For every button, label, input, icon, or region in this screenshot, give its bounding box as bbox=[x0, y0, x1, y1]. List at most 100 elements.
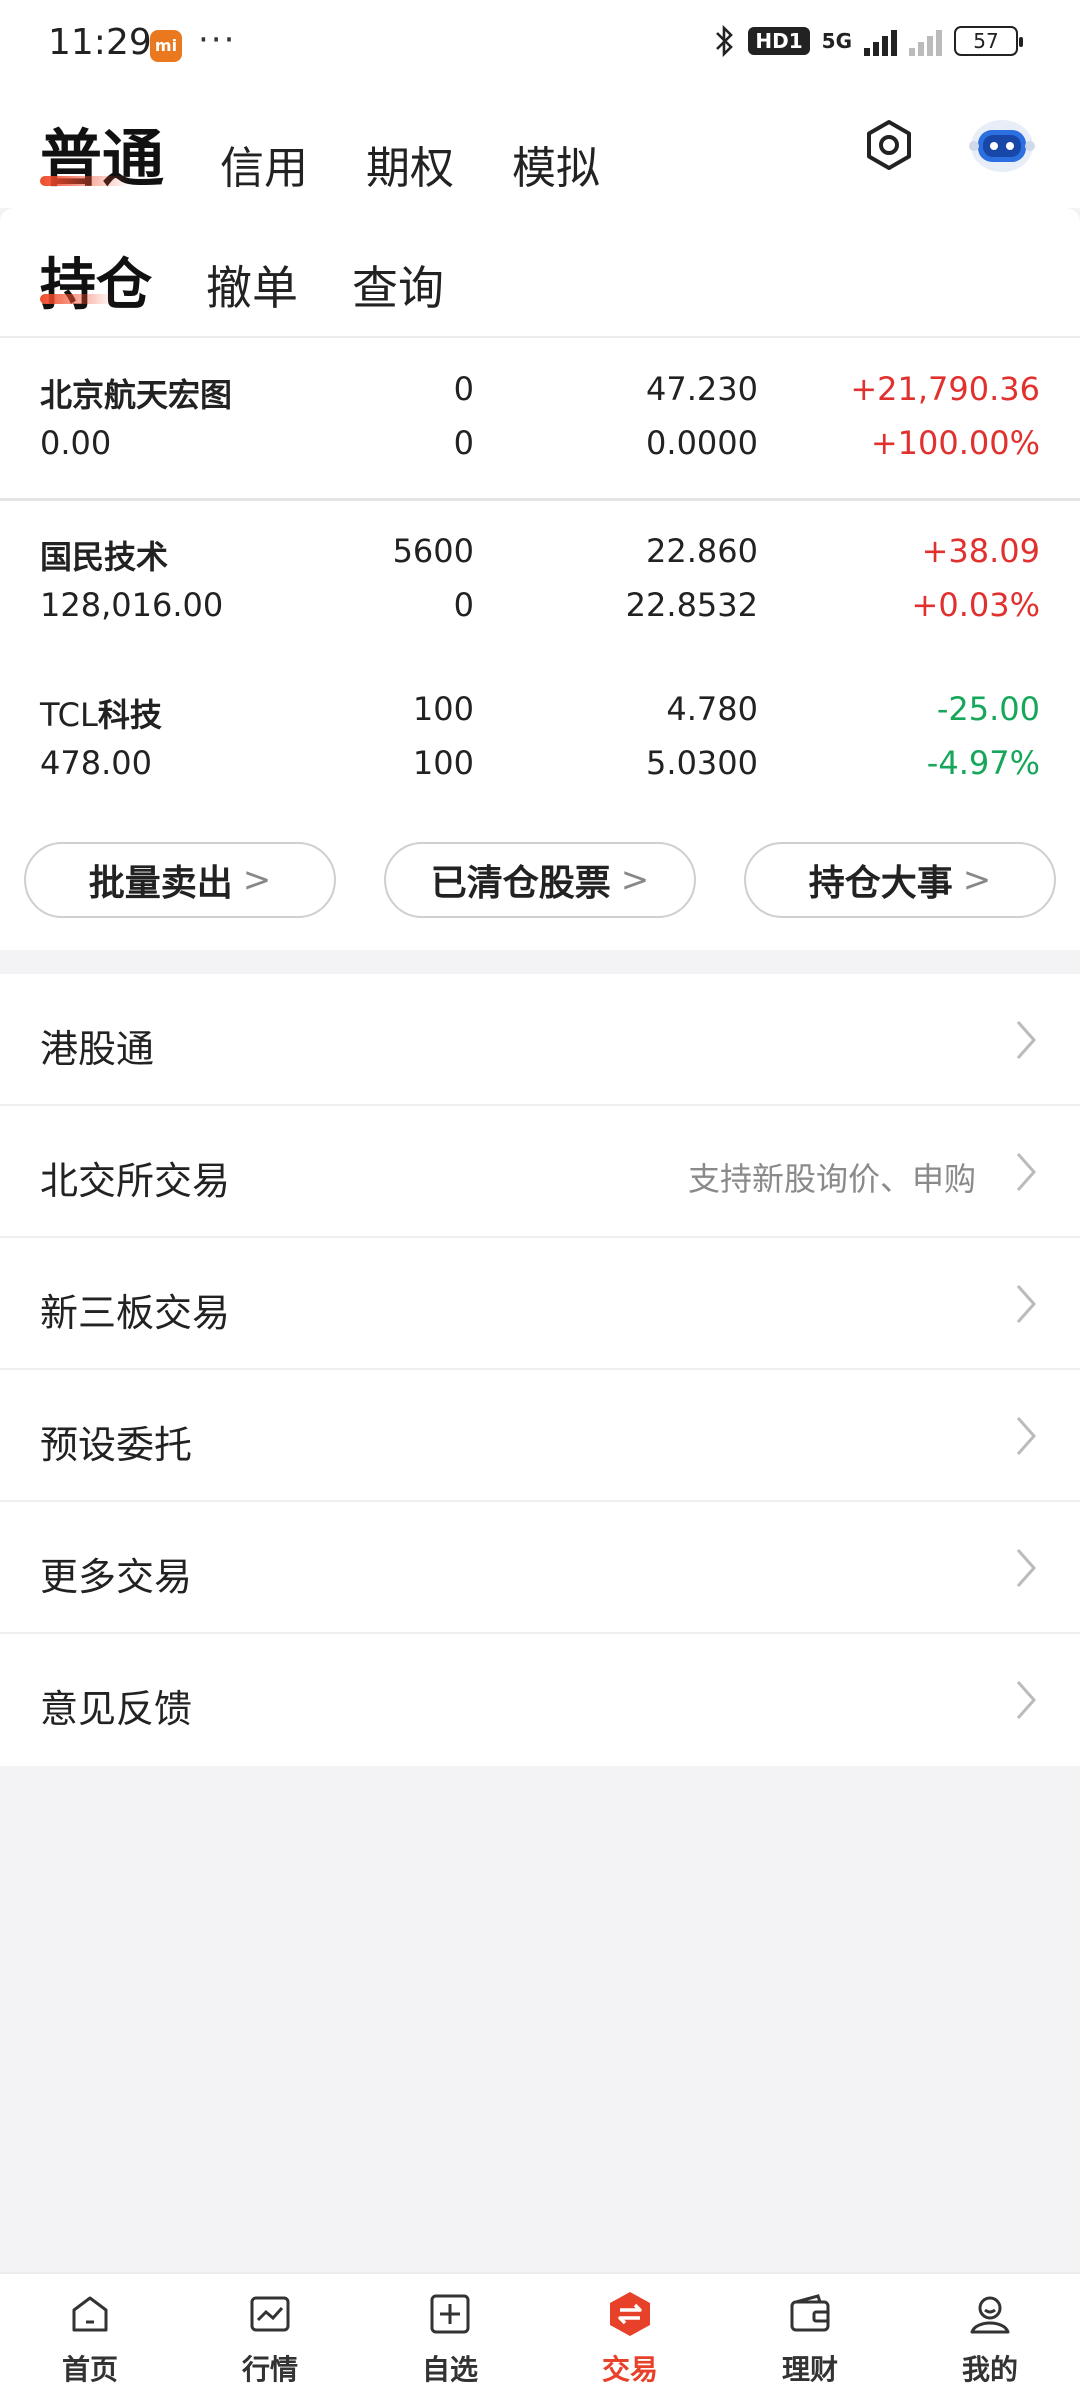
holding-row[interactable]: 北京航天宏图 0.00 0 0 47.230 0.0000 +21,790.36… bbox=[0, 370, 1080, 490]
account-type-tabs: 普通 信用 期权 模拟 bbox=[0, 90, 1080, 208]
profit-loss: -25.00 bbox=[936, 690, 1040, 728]
chevron-right-icon bbox=[1016, 1549, 1037, 1587]
settings-icon[interactable] bbox=[862, 118, 916, 172]
menu-item-hk-connect[interactable]: 港股通 bbox=[0, 974, 1080, 1106]
bottom-nav: 首页 行情 自选 交易 理财 我的 bbox=[0, 2272, 1080, 2400]
cost-price: 5.0300 bbox=[646, 744, 758, 782]
menu-item-feedback[interactable]: 意见反馈 bbox=[0, 1634, 1080, 1766]
trade-menu-list: 港股通 北交所交易 支持新股询价、申购 新三板交易 预设委托 更多交易 意见反馈 bbox=[0, 974, 1080, 1766]
nav-label: 理财 bbox=[781, 2353, 838, 2386]
position-qty: 0 bbox=[453, 370, 474, 408]
menu-item-label: 新三板交易 bbox=[40, 1291, 231, 1335]
nav-label: 交易 bbox=[601, 2353, 658, 2386]
position-qty: 5600 bbox=[392, 532, 474, 570]
profit-loss-pct: +100.00% bbox=[870, 424, 1040, 462]
chevron-right-icon bbox=[1016, 1153, 1037, 1191]
cost-price: 22.8532 bbox=[625, 586, 758, 624]
chevron-right-icon bbox=[1016, 1021, 1037, 1059]
current-price: 47.230 bbox=[646, 370, 758, 408]
app-notification-icon: mi bbox=[150, 30, 182, 62]
active-tab-underline bbox=[40, 176, 130, 186]
status-time: 11:29 bbox=[48, 22, 152, 63]
menu-item-label: 港股通 bbox=[40, 1027, 155, 1071]
cleared-stocks-button[interactable]: 已清仓股票 > bbox=[384, 842, 696, 918]
assistant-robot-icon[interactable] bbox=[966, 110, 1038, 178]
chevron-right-icon bbox=[1016, 1285, 1037, 1323]
holding-events-label: 持仓大事 bbox=[808, 863, 953, 904]
nav-watchlist[interactable]: 自选 bbox=[360, 2274, 540, 2400]
chevron-right-icon: > bbox=[962, 860, 992, 900]
batch-sell-label: 批量卖出 bbox=[88, 863, 233, 904]
available-qty: 0 bbox=[453, 586, 474, 624]
profit-loss-pct: -4.97% bbox=[926, 744, 1040, 782]
available-qty: 0 bbox=[453, 424, 474, 462]
more-notifications-icon: ··· bbox=[198, 20, 237, 60]
holding-row[interactable]: TCL科技 478.00 100 100 4.780 5.0300 -25.00… bbox=[0, 690, 1080, 810]
hd-badge: HD1 bbox=[748, 27, 810, 55]
batch-sell-button[interactable]: 批量卖出 > bbox=[24, 842, 336, 918]
signal-icon bbox=[864, 26, 897, 56]
tab-credit[interactable]: 信用 bbox=[220, 132, 308, 196]
stock-name: 国民技术 bbox=[40, 538, 169, 576]
available-qty: 100 bbox=[412, 744, 474, 782]
nav-label: 首页 bbox=[61, 2353, 118, 2386]
market-value: 478.00 bbox=[40, 744, 152, 782]
tab-options[interactable]: 期权 bbox=[366, 132, 454, 196]
tab-cancel-orders[interactable]: 撤单 bbox=[206, 252, 298, 318]
nav-market[interactable]: 行情 bbox=[180, 2274, 360, 2400]
menu-item-neeq-trading[interactable]: 新三板交易 bbox=[0, 1238, 1080, 1370]
menu-item-more-trading[interactable]: 更多交易 bbox=[0, 1502, 1080, 1634]
menu-item-label: 意见反馈 bbox=[40, 1687, 193, 1731]
current-price: 22.860 bbox=[646, 532, 758, 570]
tab-query[interactable]: 查询 bbox=[352, 252, 444, 318]
nav-label: 自选 bbox=[421, 2353, 478, 2386]
nav-home[interactable]: 首页 bbox=[0, 2274, 180, 2400]
nav-label: 我的 bbox=[961, 2353, 1018, 2386]
stock-name: 北京航天宏图 bbox=[40, 376, 233, 414]
nav-profile[interactable]: 我的 bbox=[900, 2274, 1080, 2400]
holding-events-button[interactable]: 持仓大事 > bbox=[744, 842, 1056, 918]
network-label: 5G bbox=[821, 29, 852, 53]
nav-wealth[interactable]: 理财 bbox=[720, 2274, 900, 2400]
menu-item-label: 北交所交易 bbox=[40, 1159, 231, 1203]
current-price: 4.780 bbox=[666, 690, 758, 728]
status-bar: 11:29 mi ··· HD1 5G 57 bbox=[0, 0, 1080, 90]
divider bbox=[0, 336, 1080, 338]
profile-icon bbox=[970, 2296, 1010, 2334]
home-icon bbox=[72, 2296, 108, 2332]
signal-2-icon bbox=[909, 26, 942, 56]
menu-item-preset-orders[interactable]: 预设委托 bbox=[0, 1370, 1080, 1502]
nav-trade[interactable]: 交易 bbox=[540, 2274, 720, 2400]
menu-item-bse-trading[interactable]: 北交所交易 支持新股询价、申购 bbox=[0, 1106, 1080, 1238]
chevron-right-icon: > bbox=[620, 860, 650, 900]
profit-loss: +21,790.36 bbox=[850, 370, 1040, 408]
bluetooth-icon bbox=[716, 24, 734, 58]
stock-name: TCL科技 bbox=[40, 696, 162, 734]
chart-icon bbox=[250, 2296, 290, 2332]
market-value: 0.00 bbox=[40, 424, 112, 462]
menu-item-hint: 支持新股询价、申购 bbox=[687, 1160, 976, 1198]
cleared-stocks-label: 已清仓股票 bbox=[430, 863, 611, 904]
add-box-icon bbox=[430, 2294, 470, 2334]
holding-row[interactable]: 国民技术 128,016.00 5600 0 22.860 22.8532 +3… bbox=[0, 532, 1080, 652]
nav-label: 行情 bbox=[241, 2353, 298, 2386]
profit-loss-pct: +0.03% bbox=[911, 586, 1040, 624]
chevron-right-icon bbox=[1016, 1417, 1037, 1455]
chevron-right-icon bbox=[1016, 1681, 1037, 1719]
position-qty: 100 bbox=[412, 690, 474, 728]
chevron-right-icon: > bbox=[242, 860, 272, 900]
profit-loss: +38.09 bbox=[921, 532, 1040, 570]
tab-positions[interactable]: 持仓 bbox=[40, 240, 152, 321]
active-subtab-underline bbox=[40, 294, 114, 304]
market-value: 128,016.00 bbox=[40, 586, 224, 624]
wallet-icon bbox=[790, 2294, 830, 2332]
menu-item-label: 预设委托 bbox=[40, 1423, 193, 1467]
cost-price: 0.0000 bbox=[646, 424, 758, 462]
trade-icon bbox=[610, 2292, 650, 2336]
menu-item-label: 更多交易 bbox=[40, 1555, 193, 1599]
holdings-card: 持仓 撤单 查询 北京航天宏图 0.00 0 0 47.230 0.0000 +… bbox=[0, 208, 1080, 950]
tab-simulation[interactable]: 模拟 bbox=[512, 132, 600, 196]
divider bbox=[0, 498, 1080, 501]
status-indicators: HD1 5G 57 bbox=[712, 24, 1023, 58]
battery-icon: 57 bbox=[954, 26, 1023, 56]
